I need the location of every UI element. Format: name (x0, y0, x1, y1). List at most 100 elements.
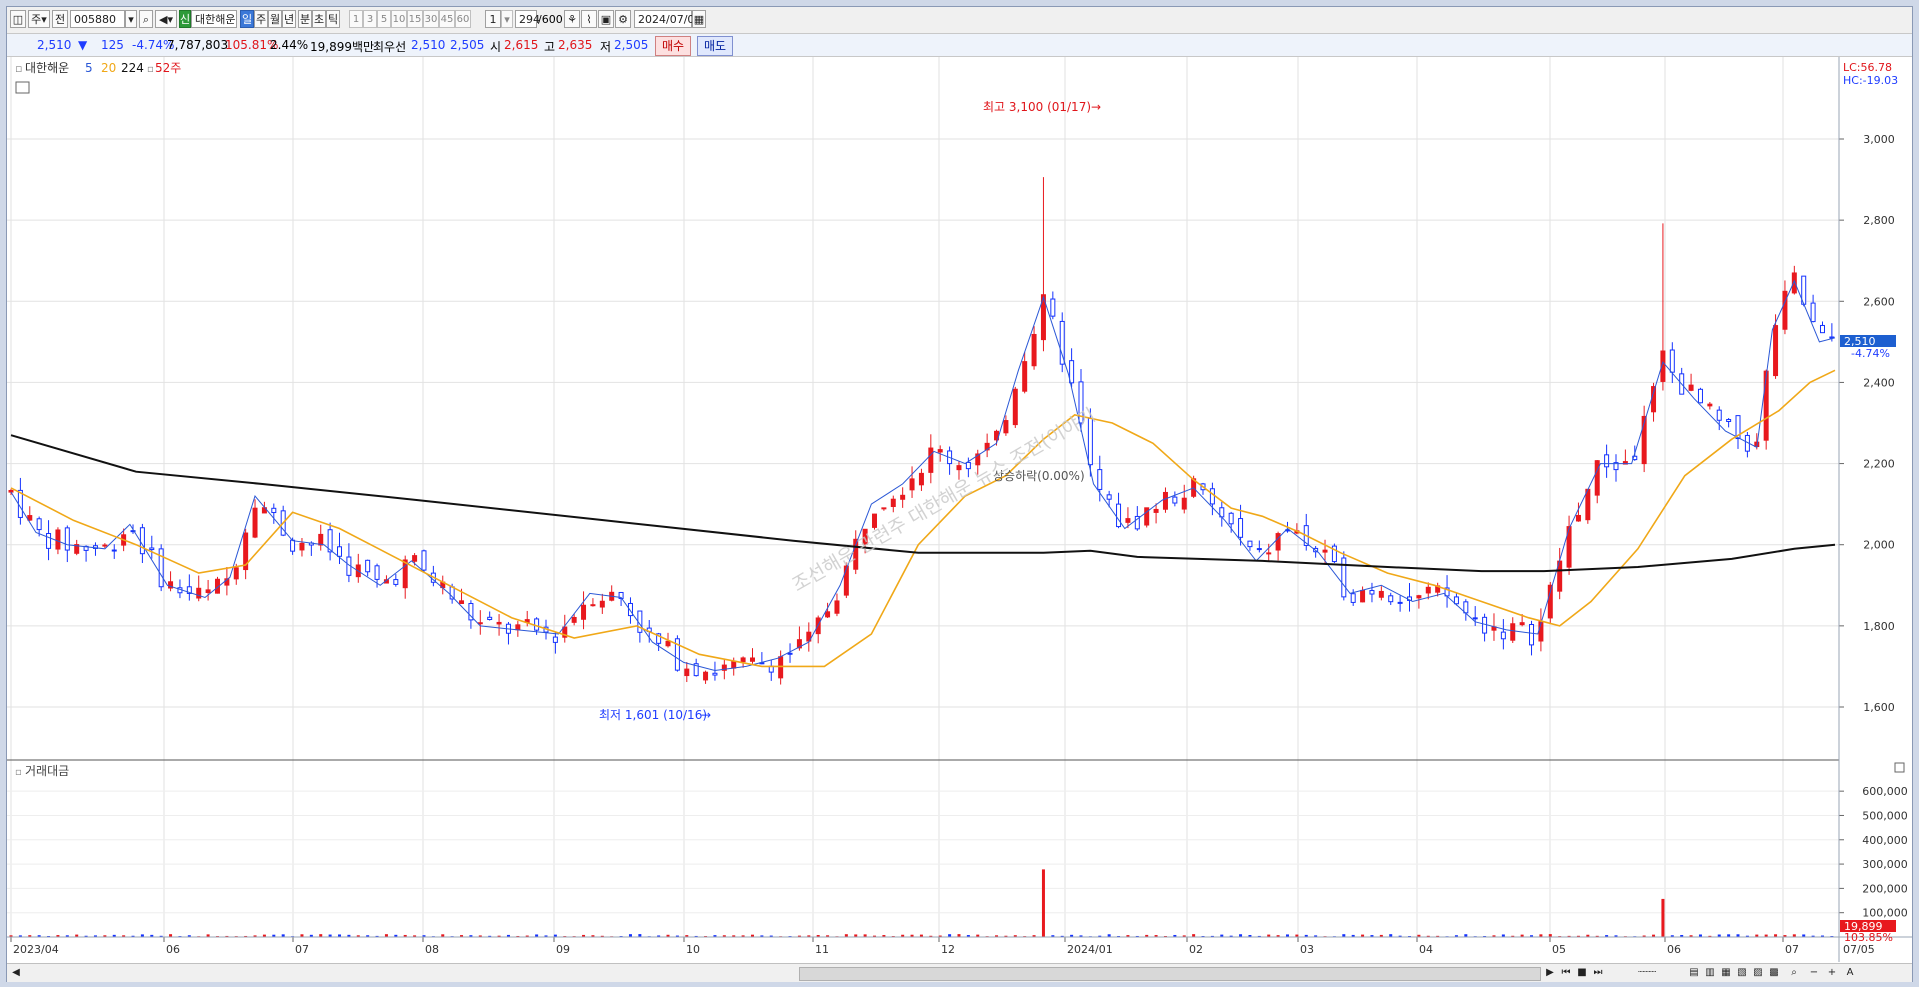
candle-body (412, 555, 418, 562)
interval-3[interactable]: 3 (363, 10, 377, 28)
fast-forward-icon[interactable]: ⏭ (1591, 966, 1605, 980)
stock-name-field[interactable]: 대한해운 (191, 10, 237, 28)
sell-button[interactable]: 매도 (697, 36, 734, 56)
candle-body (1819, 324, 1825, 334)
zoom-icon[interactable]: ⌕ (1787, 966, 1801, 980)
candle-body (1651, 386, 1657, 413)
price-tag-pct: -4.74% (1851, 347, 1890, 360)
candle-body (1360, 589, 1366, 603)
layout-icon-3[interactable]: ▦ (1719, 966, 1733, 980)
volume-panel-close-icon[interactable] (1894, 762, 1905, 773)
zoom-out-icon[interactable]: − (1807, 966, 1821, 980)
interval-15[interactable]: 15 (407, 10, 423, 28)
horizontal-scrollbar[interactable]: ◀ ▶ ⏮ ■ ⏭ ┈┈┈ ▤ ▥ ▦ ▧ ▨ ▩ ⌕ − + A (7, 963, 1912, 982)
candle-body (965, 461, 971, 470)
indicator-icon[interactable]: ⚘ (564, 10, 580, 28)
interval-1[interactable]: 1 (349, 10, 363, 28)
interval-30[interactable]: 30 (423, 10, 439, 28)
settings-icon[interactable]: ⚙ (615, 10, 631, 28)
save-icon[interactable]: ▣ (598, 10, 614, 28)
count-input[interactable]: 294 (515, 10, 540, 28)
stop-icon[interactable]: ■ (1575, 966, 1589, 980)
candle-body (393, 579, 399, 585)
period-1[interactable]: 일 (240, 10, 254, 28)
rewind-icon[interactable]: ⏮ (1559, 966, 1573, 980)
candle-body (1003, 420, 1009, 434)
quote-turnover: 2.44% (270, 38, 309, 52)
quote-bar: 2,510 ▼ 125 -4.74% 7,787,803 105.81% 2.4… (7, 34, 1912, 57)
volume-y-tick-label: 500,000 (1862, 809, 1908, 822)
volume-title: 거래대금 (25, 764, 69, 778)
interval-60[interactable]: 60 (455, 10, 471, 28)
zoom-slider[interactable]: ┈┈┈ (1627, 966, 1667, 980)
layout-icon-6[interactable]: ▩ (1767, 966, 1781, 980)
data-table-icon[interactable] (15, 81, 30, 94)
candle-body (1162, 491, 1168, 510)
legend-ma224: 224 (121, 61, 144, 75)
candle-body (1116, 503, 1122, 528)
code-dropdown-icon[interactable]: ▾ (125, 10, 137, 28)
candle-body (365, 559, 371, 573)
candle-body (1688, 384, 1694, 391)
interval-5[interactable]: 5 (377, 10, 391, 28)
candle-body (1378, 590, 1384, 598)
candle-body (1529, 624, 1535, 646)
sound-icon[interactable]: ◀▾ (155, 10, 177, 28)
interval-dropdown-icon[interactable]: ▾ (501, 10, 513, 28)
candle-body (1782, 290, 1788, 330)
layout-icon-2[interactable]: ▥ (1703, 966, 1717, 980)
price-chart[interactable]: 2023/04 06 07 08 09 10 11 12 2024/01 02 03 04 05 06 07… (7, 57, 1912, 962)
candle-body (1397, 601, 1403, 604)
scroll-thumb[interactable] (799, 967, 1541, 981)
chart-type-icon[interactable]: ◫ (10, 10, 26, 28)
code-input[interactable]: 005880 (70, 10, 125, 28)
candle-body (196, 587, 202, 599)
period-4[interactable]: 년 (282, 10, 296, 28)
period-7[interactable]: 틱 (326, 10, 340, 28)
period-3[interactable]: 월 (268, 10, 282, 28)
calendar-icon[interactable]: ▦ (692, 10, 706, 28)
candle-body (1369, 590, 1375, 595)
layout-icon-5[interactable]: ▨ (1751, 966, 1765, 980)
period-2[interactable]: 주 (254, 10, 268, 28)
scroll-left-icon[interactable]: ◀ (9, 966, 23, 980)
candle-body (496, 621, 502, 625)
interval-45[interactable]: 45 (439, 10, 455, 28)
period-6[interactable]: 초 (312, 10, 326, 28)
font-size-icon[interactable]: A (1843, 966, 1857, 980)
legend-lc: LC:56.78 (1843, 61, 1892, 74)
candle-body (599, 600, 605, 608)
period-5[interactable]: 분 (298, 10, 312, 28)
scroll-right-icon[interactable]: ▶ (1543, 966, 1557, 980)
candle-body (421, 550, 427, 571)
candle-body (1500, 631, 1506, 640)
market-button[interactable]: 전 (52, 10, 68, 28)
candle-body (46, 533, 52, 549)
candle-body (36, 518, 42, 531)
candle-body (1228, 512, 1234, 525)
candle-body (205, 589, 211, 593)
search-icon[interactable]: ⌕ (139, 10, 153, 28)
low-annotation: 최저 1,601 (10/16) (599, 708, 707, 722)
candle-body (1050, 298, 1056, 317)
candle-body (1097, 469, 1103, 490)
y-tick-label: 2,800 (1863, 214, 1895, 227)
layout-icon-4[interactable]: ▧ (1735, 966, 1749, 980)
legend-w52-marker: ▫ (147, 64, 154, 75)
x-tick-label: 07/05 (1843, 943, 1875, 956)
candle-body (374, 565, 380, 580)
zoom-in-icon[interactable]: + (1825, 966, 1839, 980)
down-arrow-icon: ▼ (78, 38, 88, 52)
candle-body (1416, 595, 1422, 599)
date-input[interactable]: 2024/07/05 (634, 10, 701, 28)
candle-body (55, 529, 61, 550)
interval-10[interactable]: 10 (391, 10, 407, 28)
line-tool-icon[interactable]: ⌇ (581, 10, 597, 28)
mode-select[interactable]: 주▾ (28, 10, 50, 28)
buy-button[interactable]: 매수 (655, 36, 692, 56)
candle-body (1350, 593, 1356, 603)
interval-input[interactable]: 1 (485, 10, 501, 28)
candle-body (1256, 548, 1262, 551)
layout-icon-1[interactable]: ▤ (1687, 966, 1701, 980)
toolbar: ◫ 주▾ 전 005880 ▾ ⌕ ◀▾ 신 대한해운 1 ▾ 294 /600… (7, 7, 1912, 34)
